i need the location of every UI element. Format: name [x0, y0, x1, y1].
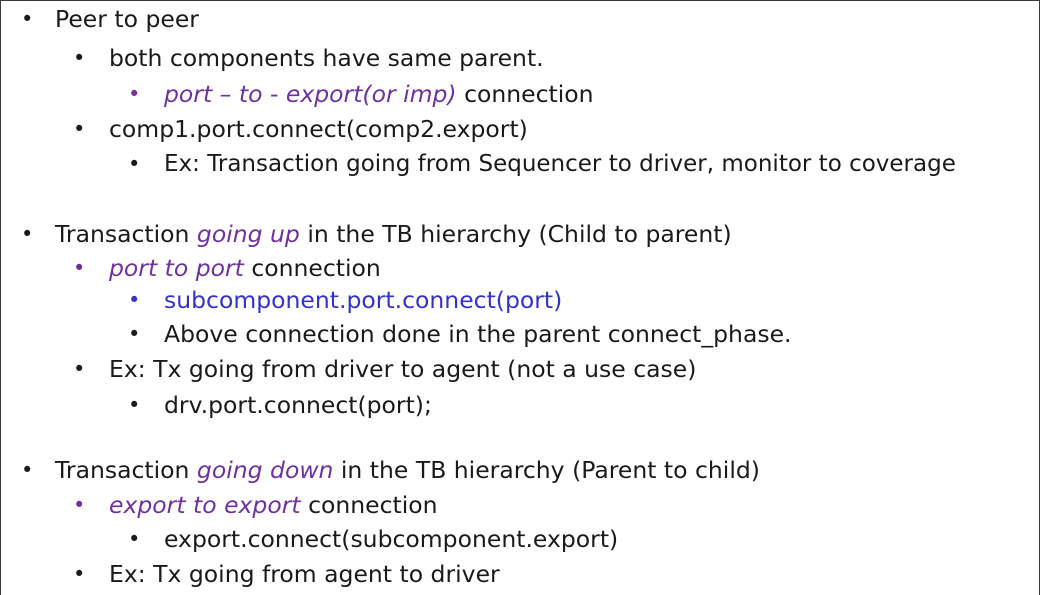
section-going-down-title: • Transaction going down in the TB hiera…: [21, 455, 760, 485]
bullet-icon: •: [128, 393, 141, 417]
title-italic: going up: [196, 220, 300, 248]
title-prefix: Transaction: [55, 220, 197, 248]
bullet-icon: •: [128, 527, 141, 551]
section-peer-to-peer-title: • Peer to peer: [21, 4, 199, 34]
bullet-icon: •: [73, 46, 86, 70]
connection-type-italic: export to export: [109, 491, 301, 519]
connection-type-rest: connection: [300, 491, 438, 519]
up-example-call-item: • drv.port.connect(port);: [128, 390, 432, 420]
connection-type-rest: connection: [243, 254, 381, 282]
title-suffix: in the TB hierarchy (Child to parent): [299, 220, 732, 248]
peer-same-parent-item: • both components have same parent.: [73, 43, 544, 73]
item-text: both components have same parent.: [109, 44, 544, 72]
peer-connection-type-item: • port – to - export(or imp) connection: [128, 79, 594, 109]
bullet-icon: •: [73, 117, 86, 141]
bullet-icon: •: [128, 82, 141, 106]
connection-type-italic: port to port: [109, 254, 244, 282]
item-text: Ex: Tx going from agent to driver: [109, 560, 500, 588]
item-text: Ex: Transaction going from Sequencer to …: [164, 151, 956, 177]
up-connect-call-item: • subcomponent.port.connect(port): [128, 285, 563, 315]
bullet-icon: •: [21, 222, 34, 246]
section-going-up-title: • Transaction going up in the TB hierarc…: [21, 219, 732, 249]
item-text: drv.port.connect(port);: [164, 391, 432, 419]
title-prefix: Transaction: [55, 456, 197, 484]
slide-content: • Peer to peer • both components have sa…: [0, 0, 1040, 595]
bullet-icon: •: [73, 357, 86, 381]
item-text: Ex: Tx going from driver to agent (not a…: [109, 355, 697, 383]
item-text: Above connection done in the parent conn…: [164, 320, 792, 348]
bullet-icon: •: [128, 288, 141, 312]
down-connection-type-item: • export to export connection: [73, 490, 438, 520]
bullet-icon: •: [21, 7, 34, 31]
bullet-icon: •: [73, 493, 86, 517]
bullet-icon: •: [73, 256, 86, 280]
bullet-icon: •: [128, 322, 141, 346]
item-text: export.connect(subcomponent.export): [164, 525, 619, 553]
bullet-icon: •: [128, 152, 141, 176]
title-italic: going down: [196, 456, 334, 484]
up-example-item: • Ex: Tx going from driver to agent (not…: [73, 354, 697, 384]
up-note-item: • Above connection done in the parent co…: [128, 319, 792, 349]
bullet-icon: •: [73, 562, 86, 586]
bullet-icon: •: [21, 458, 34, 482]
connection-type-italic: port – to - export(or imp): [164, 80, 457, 108]
title-suffix: in the TB hierarchy (Parent to child): [333, 456, 760, 484]
item-text: subcomponent.port.connect(port): [164, 286, 563, 314]
down-example-item: • Ex: Tx going from agent to driver: [73, 559, 500, 589]
down-connect-call-item: • export.connect(subcomponent.export): [128, 524, 619, 554]
peer-connect-call-item: • comp1.port.connect(comp2.export): [73, 114, 528, 144]
section-title-text: Peer to peer: [55, 5, 199, 33]
peer-example-item: • Ex: Transaction going from Sequencer t…: [128, 149, 956, 179]
connection-type-rest: connection: [456, 80, 594, 108]
item-text: comp1.port.connect(comp2.export): [109, 115, 528, 143]
up-connection-type-item: • port to port connection: [73, 253, 381, 283]
